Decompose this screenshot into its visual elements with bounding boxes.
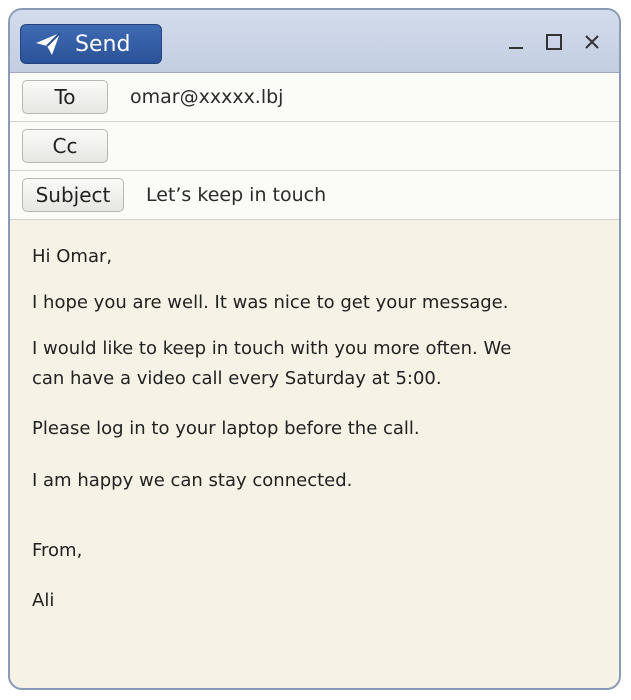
title-bar: Send bbox=[10, 10, 619, 73]
to-row: To bbox=[10, 73, 619, 122]
send-button[interactable]: Send bbox=[20, 24, 162, 64]
signature: Ali bbox=[32, 590, 55, 611]
maximize-icon bbox=[546, 34, 562, 50]
maximize-button[interactable] bbox=[535, 24, 573, 60]
to-button[interactable]: To bbox=[22, 80, 108, 114]
message-body[interactable]: Hi Omar, I hope you are well. It was nic… bbox=[10, 220, 619, 616]
email-compose-window: Send To Cc bbox=[8, 8, 621, 690]
to-field[interactable] bbox=[128, 85, 572, 109]
cc-field[interactable] bbox=[128, 134, 572, 158]
subject-field[interactable] bbox=[144, 183, 568, 207]
paragraph-2-line-2: can have a video call every Saturday at … bbox=[32, 368, 442, 389]
paragraph-2-line-1: I would like to keep in touch with you m… bbox=[32, 338, 512, 359]
paragraph-2: I would like to keep in touch with you m… bbox=[32, 334, 597, 394]
close-icon bbox=[585, 35, 599, 49]
paragraph-3: Please log in to your laptop before the … bbox=[32, 418, 420, 439]
paragraph-1: I hope you are well. It was nice to get … bbox=[32, 292, 509, 313]
closing: From, bbox=[32, 540, 83, 561]
paragraph-4: I am happy we can stay connected. bbox=[32, 470, 353, 491]
close-button[interactable] bbox=[573, 24, 611, 60]
window-controls bbox=[497, 24, 611, 60]
paper-plane-icon bbox=[36, 32, 61, 55]
subject-button[interactable]: Subject bbox=[22, 178, 124, 212]
greeting: Hi Omar, bbox=[32, 246, 113, 267]
cc-button[interactable]: Cc bbox=[22, 129, 108, 163]
minimize-button[interactable] bbox=[497, 24, 535, 60]
minimize-icon bbox=[509, 47, 523, 49]
send-button-label: Send bbox=[75, 31, 131, 57]
cc-row: Cc bbox=[10, 122, 619, 171]
subject-row: Subject bbox=[10, 171, 619, 220]
